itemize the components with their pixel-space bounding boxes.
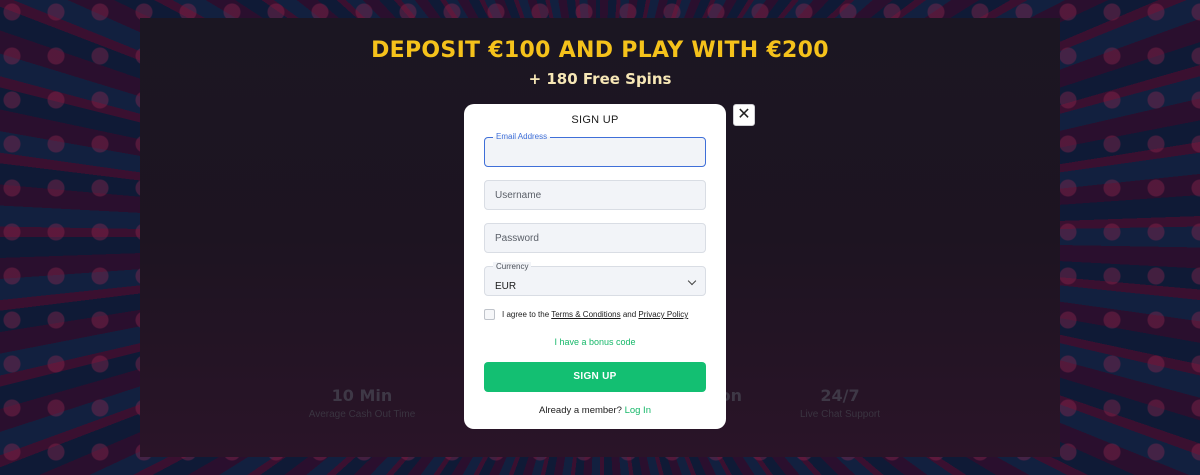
email-field[interactable]: Email Address: [484, 132, 706, 167]
privacy-link[interactable]: Privacy Policy: [638, 310, 688, 319]
terms-text: I agree to the Terms & Conditions and Pr…: [502, 310, 688, 319]
signup-button[interactable]: SIGN UP: [484, 362, 706, 392]
password-placeholder: Password: [495, 233, 539, 244]
email-label: Email Address: [493, 132, 551, 141]
password-field[interactable]: Password: [484, 223, 706, 253]
terms-agreement: I agree to the Terms & Conditions and Pr…: [484, 309, 714, 323]
stat-label: Live Chat Support: [799, 409, 881, 420]
member-text: Already a member?: [539, 405, 622, 416]
login-prompt: Already a member? Log In: [464, 405, 726, 416]
promo-headline: DEPOSIT €100 AND PLAY WITH €200: [371, 38, 829, 63]
terms-and: and: [622, 310, 637, 319]
currency-value: EUR: [495, 281, 517, 292]
stat-cashout: 10 Min Average Cash Out Time: [282, 386, 442, 420]
close-icon: ✕: [737, 106, 751, 123]
terms-link[interactable]: Terms & Conditions: [551, 310, 620, 319]
stat-value: 10 Min: [331, 386, 393, 405]
stat-support: 24/7 Live Chat Support: [760, 386, 920, 420]
bonus-code-link[interactable]: I have a bonus code: [464, 337, 726, 347]
terms-prefix: I agree to the: [502, 310, 550, 319]
promo-subline: + 180 Free Spins: [528, 70, 672, 88]
modal-title: SIGN UP: [571, 114, 619, 126]
chevron-down-icon: [687, 276, 697, 286]
stat-value: 24/7: [820, 386, 860, 405]
username-field[interactable]: Username: [484, 180, 706, 210]
login-link[interactable]: Log In: [625, 405, 651, 416]
stat-label: Average Cash Out Time: [308, 409, 416, 420]
currency-label: Currency: [493, 262, 532, 271]
signup-modal: SIGN UP Email Address Username Password …: [464, 104, 726, 429]
close-button[interactable]: ✕: [733, 104, 755, 126]
username-placeholder: Username: [495, 190, 542, 201]
terms-checkbox[interactable]: [484, 309, 495, 320]
currency-select[interactable]: Currency EUR: [484, 262, 706, 296]
